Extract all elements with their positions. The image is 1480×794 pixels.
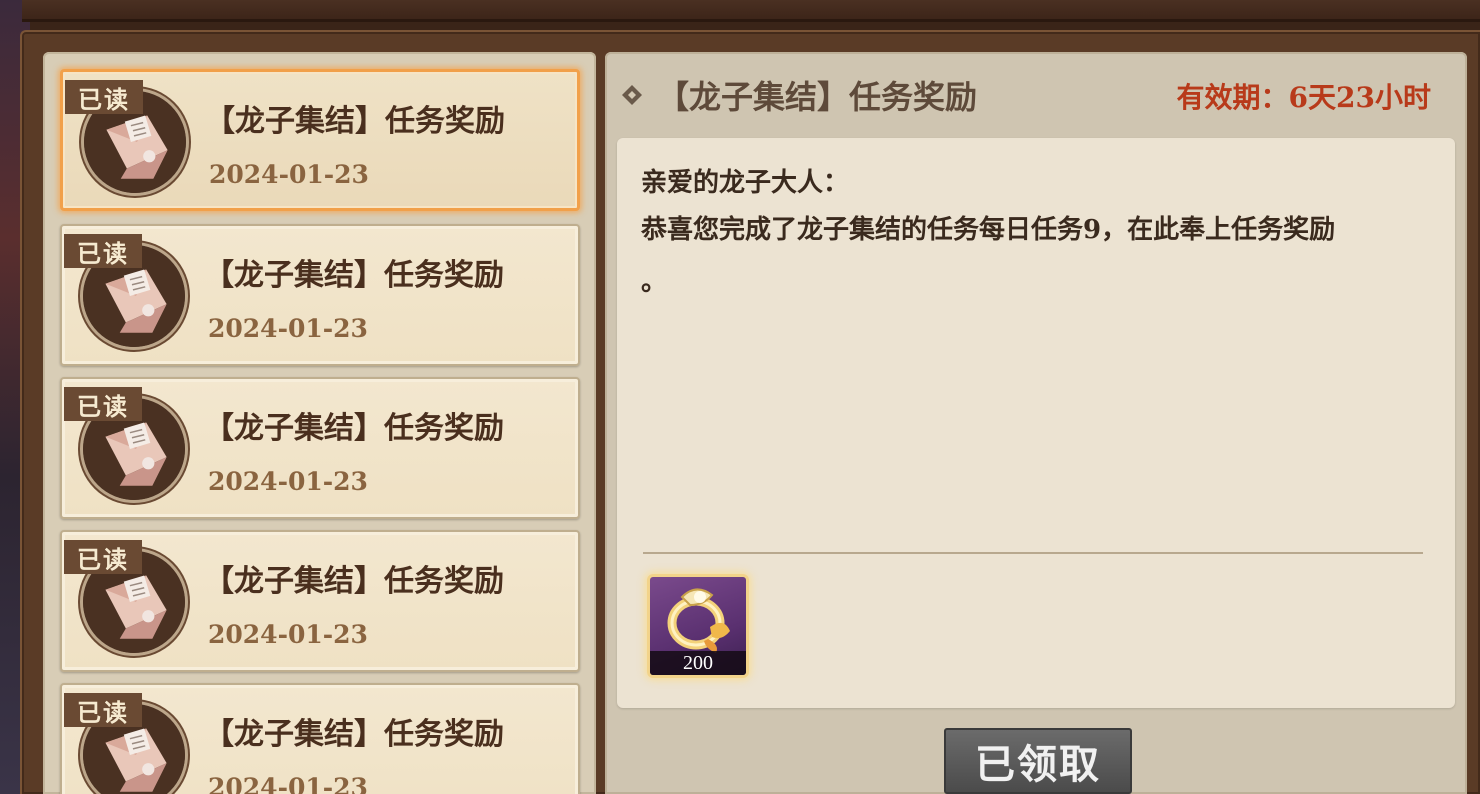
reward-count: 200 xyxy=(650,651,746,675)
claimed-button[interactable]: 已领取 xyxy=(944,728,1132,794)
read-tag: 已读 xyxy=(64,540,142,574)
mail-date: 2024-01-23 xyxy=(208,467,368,496)
read-tag: 已读 xyxy=(64,234,142,268)
diamond-icon xyxy=(622,85,642,105)
mail-title: 【龙子集结】任务奖励 xyxy=(204,564,504,599)
mail-greeting: 亲爱的龙子大人： xyxy=(641,168,850,198)
expiry-text: 有效期：6天23小时 xyxy=(1176,81,1431,114)
mail-title: 【龙子集结】任务奖励 xyxy=(204,717,504,752)
mail-date: 2024-01-23 xyxy=(208,314,368,343)
mail-item[interactable]: 已读 【龙子集结】任务奖励 2024-01-23 xyxy=(60,530,580,672)
golden-ring-icon xyxy=(667,588,730,653)
mail-item[interactable]: 已读 【龙子集结】任务奖励 2024-01-23 xyxy=(60,224,580,366)
mail-title: 【龙子集结】任务奖励 xyxy=(204,258,504,293)
mail-date: 2024-01-23 xyxy=(208,620,368,649)
divider xyxy=(643,552,1423,554)
mail-content: 亲爱的龙子大人： 恭喜您完成了龙子集结的任务每日任务9，在此奉上任务奖励 。 2… xyxy=(617,138,1455,708)
mail-body: 恭喜您完成了龙子集结的任务每日任务9，在此奉上任务奖励 。 xyxy=(641,204,1431,308)
mail-date: 2024-01-23 xyxy=(209,160,369,189)
detail-header: 【龙子集结】任务奖励 有效期：6天23小时 xyxy=(605,52,1467,134)
mail-title: 【龙子集结】任务奖励 xyxy=(204,411,504,446)
detail-title: 【龙子集结】任务奖励 xyxy=(657,78,978,116)
read-tag: 已读 xyxy=(64,693,142,727)
mail-item[interactable]: 已读 【龙子集结】任务奖励 2024-01-23 xyxy=(60,69,580,211)
top-bar xyxy=(22,0,1480,22)
mail-date: 2024-01-23 xyxy=(208,773,368,794)
mail-list-panel[interactable]: 已读 【龙子集结】任务奖励 2024-01-23 已读 【龙子集结】任务奖励 2… xyxy=(43,52,596,794)
mail-body-text: 恭喜您完成了龙子集结的任务每日任务9，在此奉上任务奖励 xyxy=(641,215,1336,245)
read-tag: 已读 xyxy=(64,387,142,421)
read-tag: 已读 xyxy=(65,80,143,114)
mail-detail-panel: 【龙子集结】任务奖励 有效期：6天23小时 亲爱的龙子大人： 恭喜您完成了龙子集… xyxy=(605,52,1467,794)
mail-title: 【龙子集结】任务奖励 xyxy=(205,104,505,139)
mail-item[interactable]: 已读 【龙子集结】任务奖励 2024-01-23 xyxy=(60,377,580,519)
mail-item[interactable]: 已读 【龙子集结】任务奖励 2024-01-23 xyxy=(60,683,580,794)
reward-item[interactable]: 200 xyxy=(647,574,749,678)
mail-body-tail: 。 xyxy=(641,267,668,297)
